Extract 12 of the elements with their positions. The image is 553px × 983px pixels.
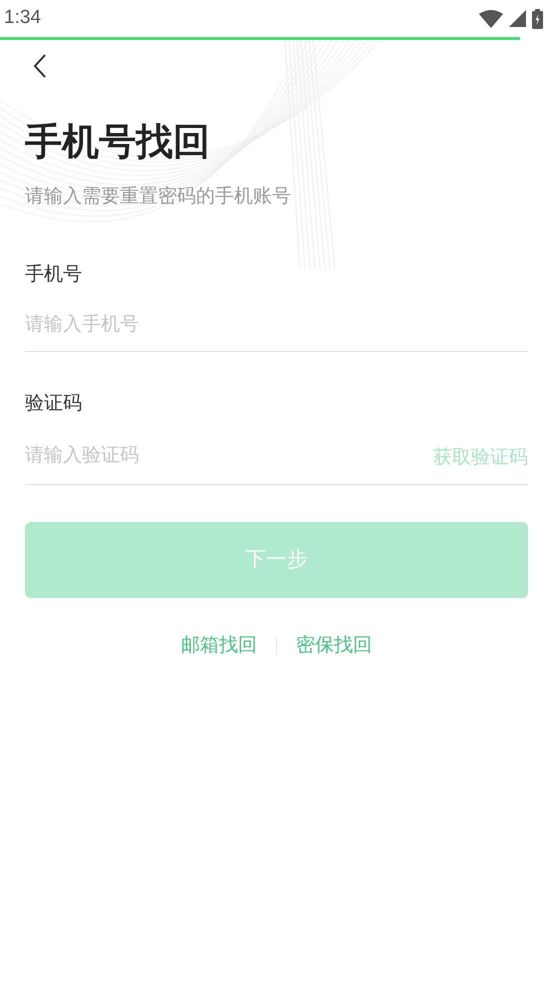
field-label: 验证码 xyxy=(25,392,83,416)
subtitle: 请输入需要重置密码的手机账号 xyxy=(25,185,292,209)
field-label: 手机号 xyxy=(25,263,83,287)
page-title: 手机号找回 xyxy=(25,120,211,164)
input-field[interactable]: 请输入手机号 xyxy=(25,311,528,339)
signal-icon xyxy=(509,10,526,27)
status-time: 1:34 xyxy=(4,6,41,30)
battery-icon xyxy=(532,8,543,28)
recovery-link[interactable]: 邮箱找回 xyxy=(181,632,257,660)
wifi-icon xyxy=(479,10,503,28)
input-field[interactable]: 请输入验证码 xyxy=(25,442,433,470)
recovery-link[interactable]: 密保找回 xyxy=(296,632,372,660)
